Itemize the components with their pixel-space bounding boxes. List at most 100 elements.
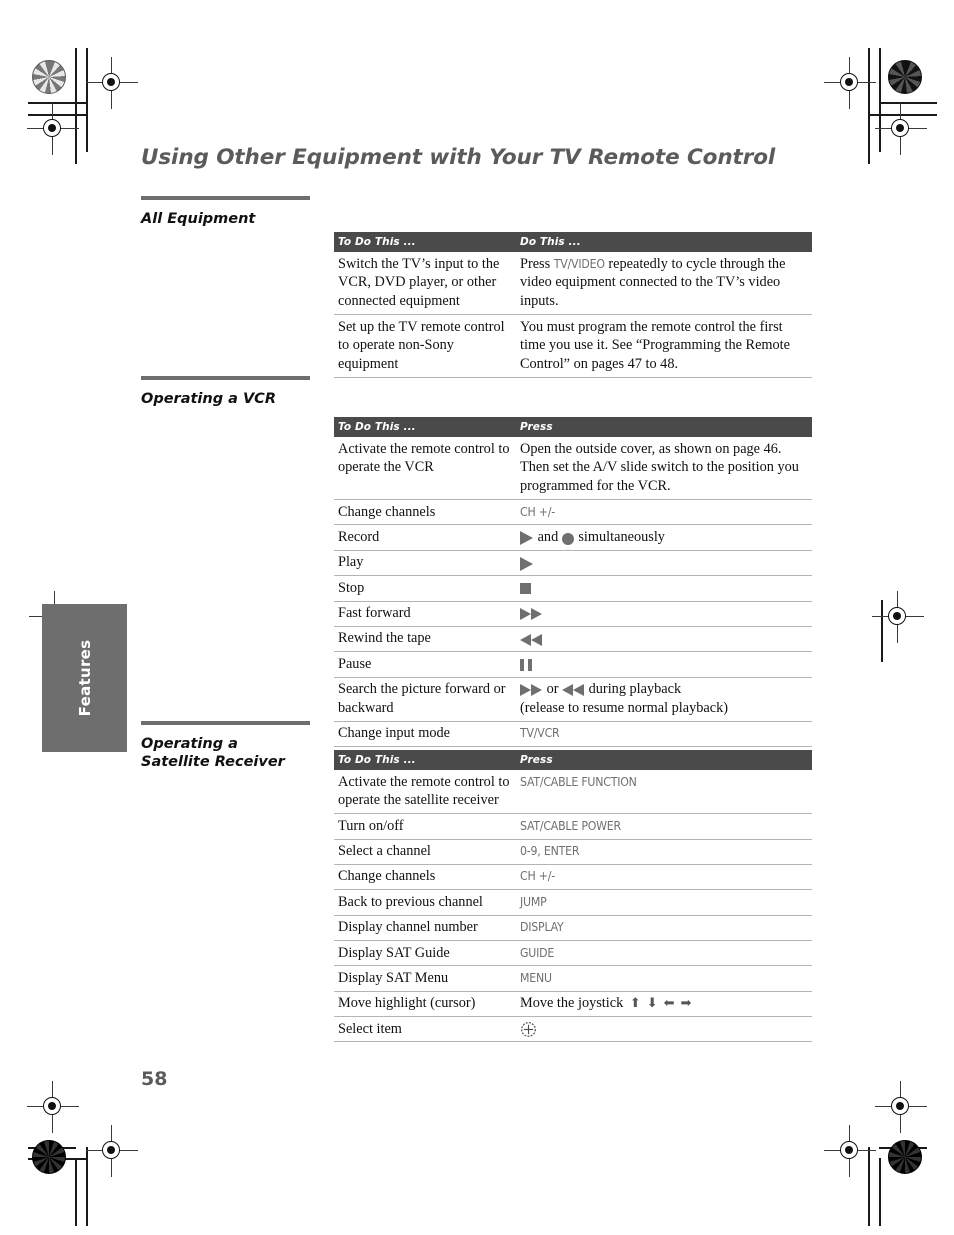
key-label-digits-enter: 0-9, ENTER (520, 844, 580, 859)
section-heading-operating-a-vcr: Operating a VCR (141, 376, 313, 408)
table-row: Pause (334, 651, 812, 678)
press-tail-text: simultaneously (574, 528, 665, 545)
cell-todo: Fast forward (334, 601, 516, 627)
section-heading-operating-a-satellite-receiver: Operating a Satellite Receiver (141, 721, 313, 771)
pause-icon (520, 659, 532, 672)
column-header-todo: To Do This ... (334, 417, 516, 437)
cell-todo: Activate the remote control to operate t… (334, 770, 516, 815)
section-heading-label-line2: Satellite Receiver (141, 753, 285, 770)
section-heading-label-line1: Operating a (141, 735, 238, 752)
halftone-target-top-left (32, 60, 66, 94)
crop-line-bl-v1 (75, 1158, 77, 1226)
column-header-press: Press (516, 750, 812, 770)
cell-todo: Turn on/off (334, 813, 516, 840)
action-text-prefix: Press (520, 255, 554, 272)
press-tail-text: during playback (585, 681, 682, 698)
section-rule (141, 721, 310, 725)
crop-line-tr-h2 (868, 114, 937, 116)
cell-todo: Select a channel (334, 839, 516, 865)
cell-todo: Display SAT Guide (334, 940, 516, 967)
cell-todo: Change input mode (334, 721, 516, 748)
halftone-target-bottom-left (32, 1140, 66, 1174)
table-row: Rewind the tape (334, 626, 812, 653)
table-operating-a-satellite-receiver: To Do This ... Press Activate the remote… (334, 750, 812, 1043)
registration-mark-br-upper (875, 1081, 927, 1133)
table-row: Record and simultaneously (334, 524, 812, 551)
crop-line-tl-h2 (28, 114, 86, 116)
table-row: Activate the remote control to operate t… (334, 437, 812, 501)
cell-press: CH +/- (516, 864, 812, 891)
cell-press: SAT/CABLE FUNCTION (516, 770, 812, 815)
section-rule (141, 196, 310, 200)
cell-todo: Back to previous channel (334, 889, 516, 916)
cell-todo: Record (334, 524, 516, 551)
table-row: Stop (334, 575, 812, 602)
table-operating-a-vcr: To Do This ... Press Activate the remote… (334, 417, 812, 748)
table-row: Search the picture forward or backward o… (334, 677, 812, 722)
page-title: Using Other Equipment with Your TV Remot… (141, 145, 776, 170)
cell-todo: Rewind the tape (334, 626, 516, 653)
play-icon (520, 556, 533, 571)
crop-line-bl-h2 (28, 1147, 76, 1149)
key-label-sat-cable-power: SAT/CABLE POWER (520, 818, 621, 833)
arrow-right-icon: ➡ (680, 995, 692, 1011)
table-row: Select a channel 0-9, ENTER (334, 839, 812, 865)
table-row: Select item (334, 1016, 812, 1043)
table-row: Change input mode TV/VCR (334, 721, 812, 748)
page-number: 58 (141, 1068, 168, 1090)
rewind-icon (562, 684, 585, 697)
table-row: Display SAT Menu MENU (334, 965, 812, 992)
press-conjunction: or (543, 681, 563, 698)
cell-todo: Set up the TV remote control to operate … (334, 314, 516, 379)
cell-todo: Change channels (334, 499, 516, 526)
key-label-display: DISPLAY (520, 920, 564, 935)
table-row: Set up the TV remote control to operate … (334, 314, 812, 379)
crop-line-tl-v2 (86, 48, 88, 152)
cell-press: CH +/- (516, 499, 812, 526)
crop-line-tr-h1 (879, 102, 937, 104)
table-row: Display SAT Guide GUIDE (334, 940, 812, 967)
registration-mark-tr-lower (875, 103, 927, 155)
cell-press: DISPLAY (516, 915, 812, 942)
cell-press: Open the outside cover, as shown on page… (516, 437, 812, 501)
section-heading-label: All Equipment (141, 210, 256, 227)
table-row: Change channels CH +/- (334, 499, 812, 526)
arrow-down-icon: ⬇ (646, 995, 658, 1011)
crop-line-br-v1 (868, 1147, 870, 1226)
cell-press: GUIDE (516, 940, 812, 967)
cell-press (516, 601, 812, 627)
stop-icon (520, 583, 531, 595)
cell-press: or during playback (release to resume nor… (516, 677, 812, 722)
cell-press: JUMP (516, 889, 812, 916)
registration-mark-right-middle (872, 591, 924, 643)
cell-todo: Display channel number (334, 915, 516, 942)
press-conjunction: and (534, 528, 562, 545)
section-heading-all-equipment: All Equipment (141, 196, 313, 228)
key-label-ch: CH +/- (520, 504, 556, 519)
column-header-todo: To Do This ... (334, 750, 516, 770)
record-icon (561, 532, 574, 545)
key-label-menu: MENU (520, 970, 552, 985)
cell-todo: Activate the remote control to operate t… (334, 437, 516, 501)
cell-press: MENU (516, 965, 812, 992)
key-label-sat-cable-function: SAT/CABLE FUNCTION (520, 774, 637, 789)
table-header-row: To Do This ... Do This ... (334, 232, 812, 252)
key-label-tv-vcr: TV/VCR (520, 726, 560, 741)
press-prefix-text: Move the joystick (520, 995, 627, 1012)
key-label-guide: GUIDE (520, 945, 555, 960)
registration-mark-br-lower (824, 1125, 876, 1177)
table-row: Switch the TV’s input to the VCR, DVD pl… (334, 252, 812, 316)
cell-todo: Pause (334, 651, 516, 678)
table-row: Display channel number DISPLAY (334, 915, 812, 942)
table-all-equipment: To Do This ... Do This ... Switch the TV… (334, 232, 812, 379)
crop-line-bl-v2 (86, 1147, 88, 1226)
play-icon (520, 531, 533, 546)
table-row: Turn on/off SAT/CABLE POWER (334, 813, 812, 840)
cell-action: Press TV/VIDEO repeatedly to cycle throu… (516, 252, 812, 316)
registration-mark-bl-upper (27, 1081, 79, 1133)
registration-mark-tr-upper (824, 57, 876, 109)
cell-action: You must program the remote control the … (516, 314, 812, 379)
section-heading-label: Operating a VCR (141, 390, 276, 407)
table-row: Back to previous channel JUMP (334, 889, 812, 916)
registration-mark-tl-lower (27, 103, 79, 155)
